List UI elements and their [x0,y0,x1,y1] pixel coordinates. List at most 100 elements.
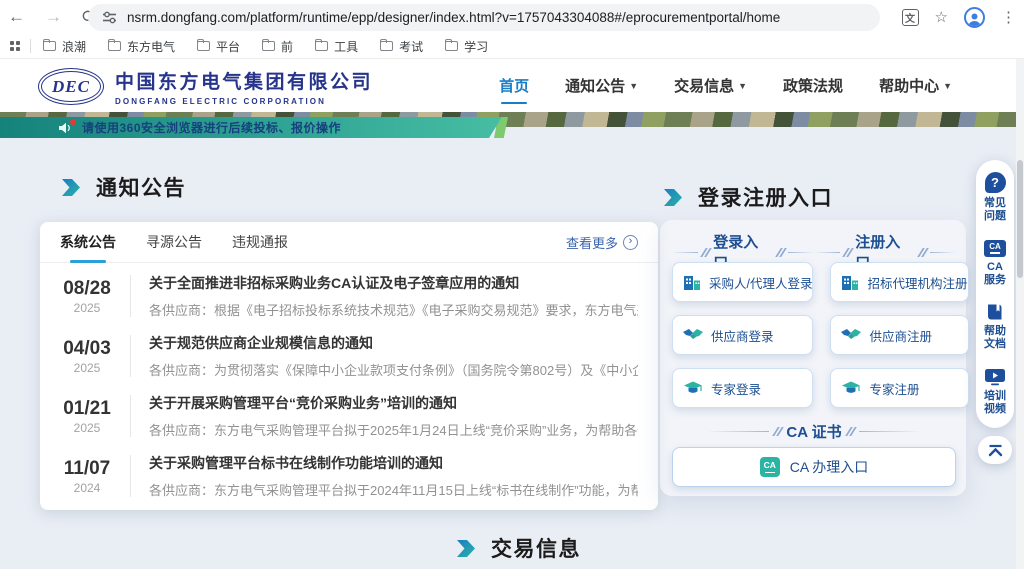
divider [707,431,769,432]
forward-icon[interactable]: → [45,7,62,27]
notice-row[interactable]: 01/21 2025 关于开展采购管理平台“竞价采购业务”培训的通知 各供应商：… [52,386,638,446]
bookmark-item[interactable]: 前 [262,38,293,55]
supplier-register-button[interactable]: 供应商注册 [830,315,968,355]
button-label: CA 办理入口 [790,457,869,477]
sidebar-label: 常见 [984,197,1006,209]
notice-date-year: 2024 [52,481,122,495]
notice-title[interactable]: 关于规范供应商企业规模信息的通知 [149,333,638,353]
bidding-agency-register-button[interactable]: 招标代理机构注册 [830,262,968,302]
notice-date-md: 08/28 [52,278,122,300]
sidebar-item-ca-service[interactable]: CA CA服务 [981,240,1009,287]
notice-date-year: 2025 [52,301,122,315]
bookmark-item[interactable]: 浪潮 [43,38,86,55]
tab-violation-reports[interactable]: 违规通报 [232,232,288,252]
sidebar-label: 服务 [984,274,1006,286]
nav-item-trade-info[interactable]: 交易信息▼ [674,75,747,96]
profile-avatar[interactable] [964,7,985,28]
company-logo[interactable]: DEC 中国东方电气集团有限公司 DONGFANG ELECTRIC CORPO… [38,67,373,106]
bookmark-item[interactable]: 学习 [445,38,488,55]
nav-label: 帮助中心 [879,75,939,96]
trade-section-header: 交易信息 [455,533,581,563]
buyer-agent-login-button[interactable]: 采购人/代理人登录 [672,262,813,302]
bookmark-item[interactable]: 考试 [380,38,423,55]
view-more-link[interactable]: 查看更多 › [566,233,638,252]
notice-date-md: 11/07 [52,458,122,480]
sidebar-label: 帮助 [984,325,1006,337]
apps-grid-icon[interactable] [10,41,20,51]
button-label: 专家注册 [869,379,919,398]
sidebar-item-faq[interactable]: ? 常见问题 [981,172,1009,223]
supplier-login-button[interactable]: 供应商登录 [672,315,813,355]
collapse-to-top-button[interactable] [978,436,1012,464]
back-icon[interactable]: ← [8,7,25,27]
graduation-cap-icon [683,381,703,396]
url-text[interactable]: nsrm.dongfang.com/platform/runtime/epp/d… [127,10,780,25]
notice-date-year: 2025 [52,361,122,375]
view-more-label: 查看更多 [566,233,618,252]
notice-list: 08/28 2025 关于全面推进非招标采购业务CA认证及电子签章应用的通知 各… [40,263,658,506]
ca-card-text: CA [989,243,1001,251]
bookmark-label: 学习 [464,38,488,55]
nav-label: 通知公告 [565,75,625,96]
folder-icon [108,41,121,51]
sidebar-item-training-videos[interactable]: 培训视频 [981,368,1009,416]
main-nav: 首页 通知公告▼ 交易信息▼ 政策法规 帮助中心▼ [499,59,952,112]
divider [814,252,840,253]
folder-icon [197,41,210,51]
question-icon: ? [985,172,1006,193]
dec-logo-oval: DEC [38,68,104,105]
notice-date-md: 01/21 [52,398,122,420]
bookmark-item[interactable]: 平台 [197,38,240,55]
ca-apply-button[interactable]: CA CA 办理入口 [672,447,956,487]
bookmark-item[interactable]: 东方电气 [108,38,175,55]
bookmark-label: 平台 [216,38,240,55]
sidebar-label: CA [987,261,1003,273]
nav-item-notices[interactable]: 通知公告▼ [565,75,638,96]
translate-icon[interactable]: 文 [902,9,919,26]
expert-register-button[interactable]: 专家注册 [830,368,968,408]
button-label: 专家登录 [711,379,761,398]
divider [778,248,784,257]
company-name-en: DONGFANG ELECTRIC CORPORATION [115,97,373,106]
nav-item-policies[interactable]: 政策法规 [783,75,843,96]
tab-sourcing-notices[interactable]: 寻源公告 [146,232,202,252]
divider [775,427,781,436]
bookmark-item[interactable]: 工具 [315,38,358,55]
divider [130,275,131,317]
person-icon [967,12,982,26]
site-settings-icon[interactable] [102,11,117,24]
scrollbar-thumb[interactable] [1017,160,1023,278]
notice-row[interactable]: 11/07 2024 关于采购管理平台标书在线制作功能培训的通知 各供应商：东方… [52,446,638,506]
divider [859,431,921,432]
scrollbar-track[interactable] [1016,59,1024,569]
notice-date-year: 2025 [52,421,122,435]
divider [130,455,131,497]
nav-item-home[interactable]: 首页 [499,75,529,96]
company-name-cn: 中国东方电气集团有限公司 [115,67,373,94]
notice-row[interactable]: 08/28 2025 关于全面推进非招标采购业务CA认证及电子签章应用的通知 各… [52,266,638,326]
button-label: 采购人/代理人登录 [709,273,812,292]
section-arrow-icon [662,188,683,207]
notice-row[interactable]: 04/03 2025 关于规范供应商企业规模信息的通知 各供应商：为贯彻落实《保… [52,326,638,386]
sidebar-label: 培训 [984,390,1006,402]
chevron-down-icon: ▼ [738,81,747,91]
ca-card-icon: CA [984,240,1006,257]
expert-login-button[interactable]: 专家登录 [672,368,813,408]
bookmark-star-icon[interactable]: ☆ [935,8,948,26]
tab-system-notices[interactable]: 系统公告 [60,232,116,252]
notice-title[interactable]: 关于采购管理平台标书在线制作功能培训的通知 [149,453,638,473]
notice-date: 11/07 2024 [52,458,122,495]
button-label: 招标代理机构注册 [867,273,967,292]
notice-title[interactable]: 关于全面推进非招标采购业务CA认证及电子签章应用的通知 [149,273,638,293]
nav-item-help-center[interactable]: 帮助中心▼ [879,75,952,96]
browser-menu-icon[interactable]: ⋮ [1001,8,1016,26]
divider [845,248,851,257]
sidebar-item-help-docs[interactable]: 帮助文档 [981,303,1009,351]
bookmark-label: 东方电气 [127,38,175,55]
divider [130,395,131,437]
nav-label: 首页 [499,75,529,96]
address-bar[interactable]: nsrm.dongfang.com/platform/runtime/epp/d… [88,4,880,31]
notice-title[interactable]: 关于开展采购管理平台“竞价采购业务”培训的通知 [149,393,638,413]
building-icon [841,274,859,290]
section-title: 通知公告 [96,172,186,202]
